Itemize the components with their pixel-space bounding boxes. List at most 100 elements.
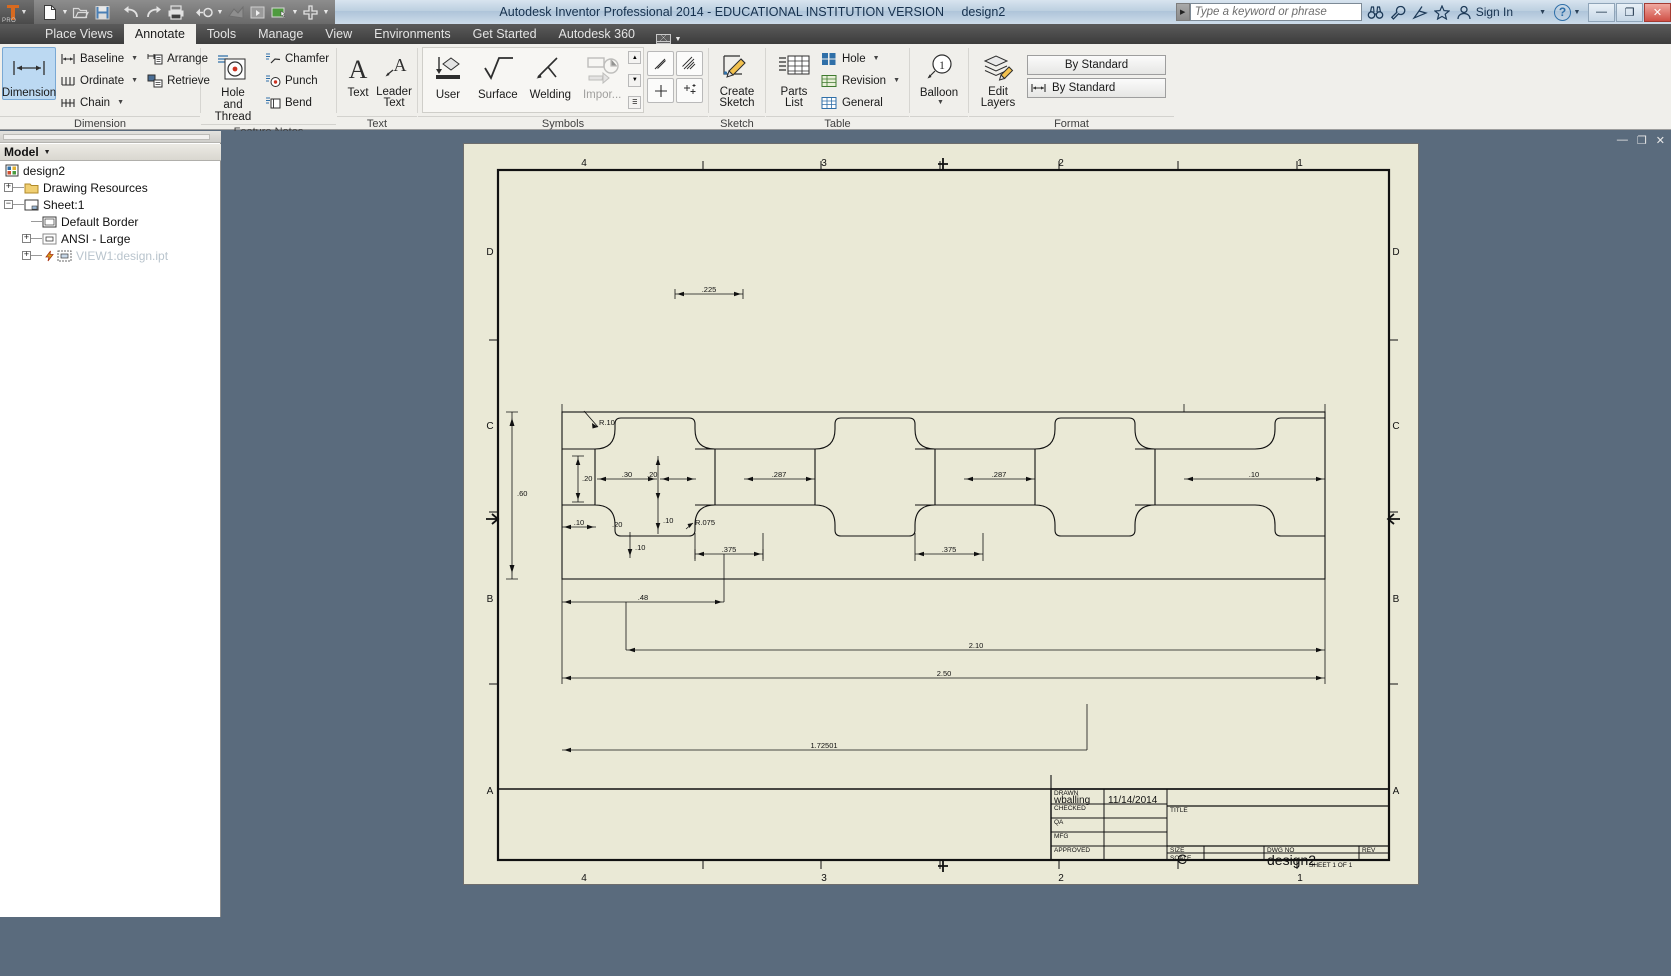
sparkle-symbol-icon[interactable] [676, 78, 704, 103]
leader-text-button[interactable]: A Leader Text [375, 47, 413, 110]
hole-and-thread-button[interactable]: Hole and Thread [205, 47, 261, 124]
new-icon[interactable] [39, 2, 60, 23]
chain-button[interactable]: Chain ▼ [56, 92, 143, 113]
collapse-icon[interactable]: − [4, 200, 13, 209]
chevron-down-icon[interactable]: ▼ [873, 55, 880, 62]
open-icon[interactable] [70, 2, 91, 23]
qat-overflow-icon[interactable]: ▼ [322, 9, 330, 16]
scroll-down-icon[interactable]: ▼ [628, 73, 642, 87]
user-symbol-button[interactable]: User [424, 49, 472, 102]
doc-restore-button[interactable]: ❐ [1637, 134, 1647, 147]
parts-list-button[interactable]: Parts List [770, 47, 818, 110]
undo-icon[interactable] [121, 2, 142, 23]
new-dropdown-icon[interactable]: ▼ [61, 9, 69, 16]
welding-symbol-button[interactable]: Welding [524, 49, 577, 102]
maximize-button[interactable]: ❐ [1616, 2, 1643, 22]
gallery-expand-icon[interactable]: ☰ [628, 96, 642, 109]
hatch-symbol-icon[interactable] [676, 51, 704, 76]
select-icon[interactable] [247, 2, 268, 23]
sign-in-dropdown-icon[interactable]: ▼ [1539, 9, 1546, 16]
import-symbol-button[interactable]: Impor... [577, 49, 627, 102]
ribbon-horizontal-scrollbar[interactable] [3, 134, 210, 140]
dimension-button[interactable]: Dimension [2, 47, 56, 100]
customize-icon[interactable] [300, 2, 321, 23]
chamfer-button[interactable]: Chamfer [261, 48, 334, 69]
drawing-canvas[interactable]: — ❐ ✕ 4 3 2 1 4 3 2 1 D C B A D C B A .2… [222, 131, 1671, 917]
tree-item-sheet1[interactable]: − Sheet:1 [0, 196, 221, 213]
minimize-button[interactable]: — [1588, 2, 1615, 22]
crosshair-symbol-icon[interactable] [647, 78, 675, 103]
help-dropdown-icon[interactable]: ▼ [1573, 9, 1581, 16]
general-table-button[interactable]: General [818, 92, 905, 113]
redo-icon[interactable] [143, 2, 164, 23]
tab-tools[interactable]: Tools [196, 24, 247, 44]
drawing-sheet[interactable]: 4 3 2 1 4 3 2 1 D C B A D C B A .225 R.1… [463, 143, 1419, 885]
ordinate-button[interactable]: Ordinate ▼ [56, 70, 143, 91]
balloon-button[interactable]: 1 Balloon ▼ [913, 47, 965, 107]
zone-bottom-2: 2 [1058, 873, 1064, 884]
tree-item-drawing-resources[interactable]: + Drawing Resources [0, 179, 221, 196]
mail-dropdown-button[interactable]: ▼ [655, 34, 682, 44]
doc-minimize-button[interactable]: — [1617, 134, 1628, 147]
expand-icon[interactable]: + [22, 234, 31, 243]
tab-annotate[interactable]: Annotate [123, 24, 196, 44]
hole-table-button[interactable]: Hole ▼ [818, 48, 905, 69]
update-icon[interactable] [225, 2, 246, 23]
layer-style-select[interactable]: By Standard [1027, 55, 1166, 75]
tab-environments[interactable]: Environments [363, 24, 461, 44]
tab-get-started[interactable]: Get Started [462, 24, 548, 44]
doc-close-button[interactable]: ✕ [1656, 134, 1665, 147]
expand-icon[interactable]: + [4, 183, 13, 192]
person-icon[interactable] [1454, 2, 1474, 22]
expand-icon[interactable]: + [22, 251, 31, 260]
tree-item-view1[interactable]: + VIEW1:design.ipt [0, 247, 221, 264]
application-menu-button[interactable]: PRO ▼ [0, 0, 34, 24]
search-history-icon[interactable]: ▶ [1175, 3, 1190, 21]
create-sketch-button[interactable]: Create Sketch [712, 47, 762, 110]
chevron-down-icon[interactable]: ▼ [937, 99, 944, 106]
dimension-style-select[interactable]: By Standard [1027, 78, 1166, 98]
tab-place-views[interactable]: Place Views [34, 24, 124, 44]
cutout-3 [1034, 417, 1156, 537]
text-button[interactable]: A Text [341, 47, 375, 100]
chevron-down-icon[interactable]: ▼ [44, 149, 51, 156]
envelope-icon [655, 34, 671, 44]
material-dropdown-icon[interactable]: ▼ [291, 9, 299, 16]
wrench-icon[interactable] [1388, 2, 1408, 22]
tree-item-design2[interactable]: design2 [0, 162, 221, 179]
line-symbol-icon[interactable] [647, 51, 675, 76]
return-dropdown-icon[interactable]: ▼ [216, 9, 224, 16]
dim-10-vert: .10 [663, 516, 673, 525]
revision-table-button[interactable]: Revision ▼ [818, 70, 905, 91]
dimension-style-value: By Standard [1052, 82, 1116, 94]
tree-item-default-border[interactable]: Default Border [0, 213, 221, 230]
chevron-down-icon[interactable]: ▼ [21, 9, 28, 16]
search-input[interactable]: Type a keyword or phrase [1189, 3, 1362, 21]
help-icon[interactable]: ? [1554, 3, 1571, 21]
sign-in-button[interactable]: Sign In [1476, 5, 1513, 19]
bend-button[interactable]: Bend [261, 92, 334, 113]
chevron-down-icon[interactable]: ▼ [893, 77, 900, 84]
star-icon[interactable] [1432, 2, 1452, 22]
chevron-down-icon[interactable]: ▼ [131, 77, 138, 84]
punch-button[interactable]: Punch [261, 70, 334, 91]
chevron-down-icon[interactable]: ▼ [131, 55, 138, 62]
panel-text: A Text A Leader Text Text [337, 44, 417, 130]
scroll-up-icon[interactable]: ▲ [628, 51, 642, 64]
tab-manage[interactable]: Manage [247, 24, 314, 44]
baseline-button[interactable]: Baseline ▼ [56, 48, 143, 69]
chevron-down-icon[interactable]: ▼ [117, 99, 124, 106]
edit-layers-button[interactable]: Edit Layers [973, 47, 1023, 110]
tree-item-ansi-large[interactable]: + ANSI - Large [0, 230, 221, 247]
print-icon[interactable] [165, 2, 186, 23]
tab-view[interactable]: View [314, 24, 363, 44]
close-button[interactable]: ✕ [1644, 2, 1671, 22]
material-icon[interactable] [269, 2, 290, 23]
tab-autodesk-360[interactable]: Autodesk 360 [548, 24, 646, 44]
return-icon[interactable] [194, 2, 215, 23]
satellite-icon[interactable] [1410, 2, 1430, 22]
save-icon[interactable] [92, 2, 113, 23]
binoculars-icon[interactable] [1366, 2, 1386, 22]
surface-symbol-button[interactable]: Surface [472, 49, 524, 102]
chevron-down-icon[interactable]: ▼ [674, 36, 682, 43]
